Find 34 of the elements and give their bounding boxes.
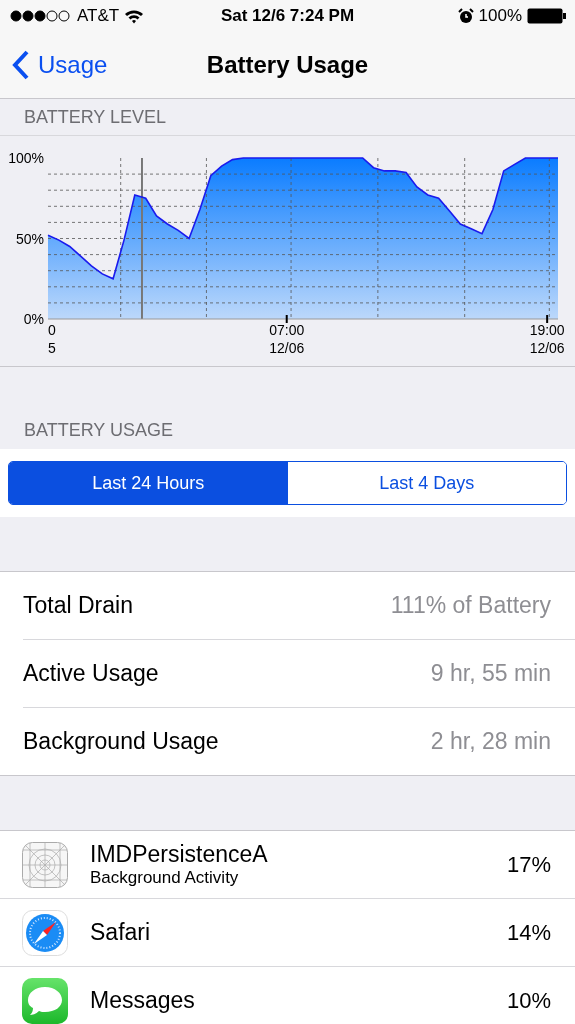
back-chevron-icon <box>12 50 30 80</box>
row-value: 111% of Battery <box>390 592 551 619</box>
app-percent: 17% <box>506 851 551 878</box>
section-header: BATTERY USAGE <box>24 419 174 441</box>
compass-icon <box>22 909 68 956</box>
row-value: 9 hr, 55 min <box>430 660 551 687</box>
app-percent: 10% <box>506 987 551 1014</box>
alarm-icon <box>457 8 474 24</box>
app-template-icon <box>22 841 68 888</box>
back-button[interactable]: Usage <box>0 50 108 80</box>
y-axis-label: 0% <box>23 311 44 327</box>
y-axis-label: 50% <box>15 230 44 247</box>
battery-icon <box>527 8 567 24</box>
app-percent: 14% <box>506 919 551 946</box>
row-label: Active Usage <box>23 660 159 687</box>
wifi-icon <box>124 8 145 24</box>
app-name: IMDPersistenceA <box>90 841 269 868</box>
row-label: Background Usage <box>23 728 219 755</box>
status-time: Sat 12/6 7:24 PM <box>220 6 355 26</box>
x-axis-label: 19:00 12/06 <box>529 322 565 356</box>
signal-icon <box>10 10 72 22</box>
x-axis-label: 07:00 12/06 <box>269 322 305 356</box>
row-value: 2 hr, 28 min <box>430 728 551 755</box>
app-name: Messages <box>90 987 196 1014</box>
section-header: BATTERY LEVEL <box>24 106 167 128</box>
app-detail: Background Activity <box>90 868 240 888</box>
x-axis-label: 0 5 <box>48 322 56 356</box>
segment-tab[interactable]: Last 24 Hours <box>9 462 288 504</box>
row-label: Total Drain <box>23 592 133 619</box>
y-axis-label: 100% <box>8 150 44 166</box>
nav-title: Battery Usage <box>206 51 369 79</box>
app-name: Safari <box>90 919 152 946</box>
carrier: AT&T <box>77 6 120 26</box>
battery-percent: 100% <box>478 6 522 26</box>
